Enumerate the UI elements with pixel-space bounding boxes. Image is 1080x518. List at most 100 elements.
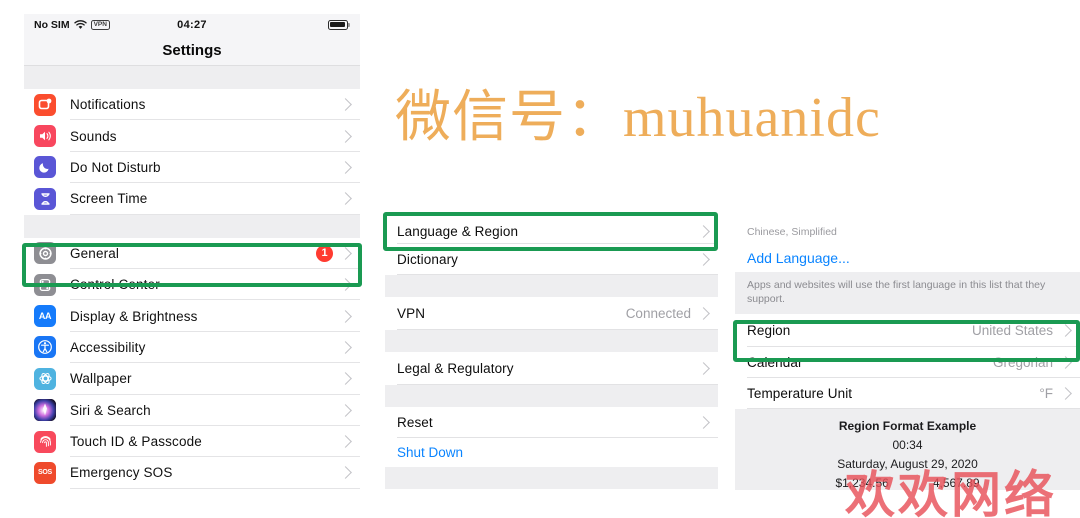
row-label: Temperature Unit [747, 386, 853, 402]
chevron-right-icon [339, 246, 352, 260]
sidebar-item-accessibility[interactable]: Accessibility [24, 331, 360, 364]
chevron-right-icon [1059, 324, 1072, 338]
battery-icon [328, 20, 350, 30]
fingerprint-icon [34, 430, 56, 453]
sidebar-item-label: Sounds [70, 128, 117, 144]
display-aa-icon: AA [34, 305, 56, 328]
current-language-label: Chinese, Simplified [735, 218, 1080, 244]
chevron-right-icon [339, 129, 352, 143]
format-example-time: 00:34 [892, 438, 923, 453]
row-reset[interactable]: Reset [385, 407, 718, 438]
row-region[interactable]: Region United States [735, 314, 1080, 348]
status-bar-clock: 04:27 [177, 19, 207, 31]
sidebar-group-gap-top [24, 66, 360, 89]
chevron-right-icon [697, 224, 710, 238]
chevron-right-icon [339, 403, 352, 417]
wallpaper-icon [34, 367, 56, 390]
sidebar-item-label: Touch ID & Passcode [70, 434, 202, 450]
sliders-icon [34, 273, 56, 296]
sidebar-item-label: Emergency SOS [70, 465, 173, 481]
sidebar-item-label: General [70, 245, 120, 261]
hourglass-icon [34, 187, 56, 210]
chevron-right-icon [339, 192, 352, 206]
settings-sidebar: No SIM VPN 04:27 Settings Notifications … [24, 14, 360, 518]
sidebar-item-control-center[interactable]: Control Center [24, 268, 360, 301]
row-label: Language & Region [397, 223, 519, 239]
page-title: Settings [24, 36, 360, 66]
chevron-right-icon [1059, 387, 1072, 401]
row-calendar[interactable]: Calendar Gregorian [735, 347, 1080, 379]
moon-icon [34, 156, 56, 179]
wechat-id-watermark: 微信号：muhuanidc [395, 87, 881, 149]
accessibility-icon [34, 336, 56, 359]
sidebar-item-screen-time[interactable]: Screen Time [24, 183, 360, 215]
chevron-right-icon [339, 466, 352, 480]
sidebar-item-label: Siri & Search [70, 402, 151, 418]
sidebar-item-sounds[interactable]: Sounds [24, 120, 360, 152]
chevron-right-icon [697, 253, 710, 266]
row-shut-down[interactable]: Shut Down [385, 438, 718, 467]
row-label: Calendar [747, 355, 803, 371]
row-dictionary[interactable]: Dictionary [385, 244, 718, 275]
chevron-right-icon [339, 372, 352, 386]
sidebar-item-label: Control Center [70, 277, 160, 293]
sounds-icon [34, 125, 56, 148]
sidebar-item-label: Do Not Disturb [70, 159, 161, 175]
sidebar-item-do-not-disturb[interactable]: Do Not Disturb [24, 151, 360, 184]
chevron-right-icon [339, 309, 352, 323]
row-temperature-unit[interactable]: Temperature Unit °F [735, 378, 1080, 410]
chevron-right-icon [339, 341, 352, 354]
siri-icon [34, 399, 56, 422]
add-language-label: Add Language... [747, 250, 850, 266]
row-add-language[interactable]: Add Language... [735, 244, 1080, 272]
chevron-right-icon [697, 362, 710, 375]
chevron-right-icon [339, 161, 352, 174]
red-watermark: 欢欢网络 [845, 467, 1057, 518]
row-legal-regulatory[interactable]: Legal & Regulatory [385, 352, 718, 385]
sidebar-item-label: Accessibility [70, 339, 146, 355]
row-value: °F [1039, 386, 1053, 402]
status-bar: No SIM VPN 04:27 [24, 14, 360, 36]
row-language-region[interactable]: Language & Region [385, 218, 718, 244]
status-bar-right [328, 20, 350, 30]
sidebar-item-label: Notifications [70, 97, 146, 113]
section-gap [385, 330, 718, 352]
section-gap-bottom [385, 467, 718, 489]
sidebar-item-wallpaper[interactable]: Wallpaper [24, 363, 360, 395]
general-settings-panel: Language & Region Dictionary VPN Connect… [385, 218, 718, 518]
notifications-icon [34, 93, 56, 116]
section-gap [385, 275, 718, 297]
chevron-right-icon [697, 307, 710, 320]
row-label: Reset [397, 415, 433, 430]
status-badge: 1 [316, 244, 333, 262]
row-label: Region [747, 323, 791, 339]
sidebar-item-label: Wallpaper [70, 371, 132, 387]
chevron-right-icon [339, 98, 352, 112]
chevron-right-icon [339, 278, 352, 292]
row-label: Legal & Regulatory [397, 361, 514, 376]
sidebar-item-touch-id-passcode[interactable]: Touch ID & Passcode [24, 425, 360, 458]
screenshot-canvas: No SIM VPN 04:27 Settings Notifications … [0, 0, 1080, 518]
format-example-title: Region Format Example [838, 419, 977, 434]
row-label: Dictionary [397, 252, 459, 267]
chevron-right-icon [1059, 356, 1072, 370]
sidebar-item-label: Display & Brightness [70, 308, 198, 324]
row-value: Gregorian [992, 355, 1053, 371]
sidebar-item-general[interactable]: General 1 [24, 237, 360, 269]
row-label: VPN [397, 306, 426, 321]
row-vpn[interactable]: VPN Connected [385, 297, 718, 330]
sidebar-group-gap-mid [24, 214, 360, 238]
sidebar-item-label: Screen Time [70, 191, 148, 207]
sidebar-item-siri-search[interactable]: Siri & Search [24, 394, 360, 426]
sidebar-item-emergency-sos[interactable]: SOS Emergency SOS [24, 457, 360, 489]
gear-icon [34, 242, 56, 265]
sos-icon: SOS [34, 461, 56, 484]
sidebar-group-1: Notifications Sounds Do Not Disturb Scre… [24, 89, 360, 215]
section-gap [385, 385, 718, 407]
shut-down-label: Shut Down [397, 445, 464, 460]
chevron-right-icon [339, 435, 352, 448]
panel-tail [385, 489, 718, 511]
language-hint-text: Apps and websites will use the first lan… [735, 272, 1080, 315]
sidebar-item-display-brightness[interactable]: AA Display & Brightness [24, 300, 360, 332]
sidebar-item-notifications[interactable]: Notifications [24, 89, 360, 121]
